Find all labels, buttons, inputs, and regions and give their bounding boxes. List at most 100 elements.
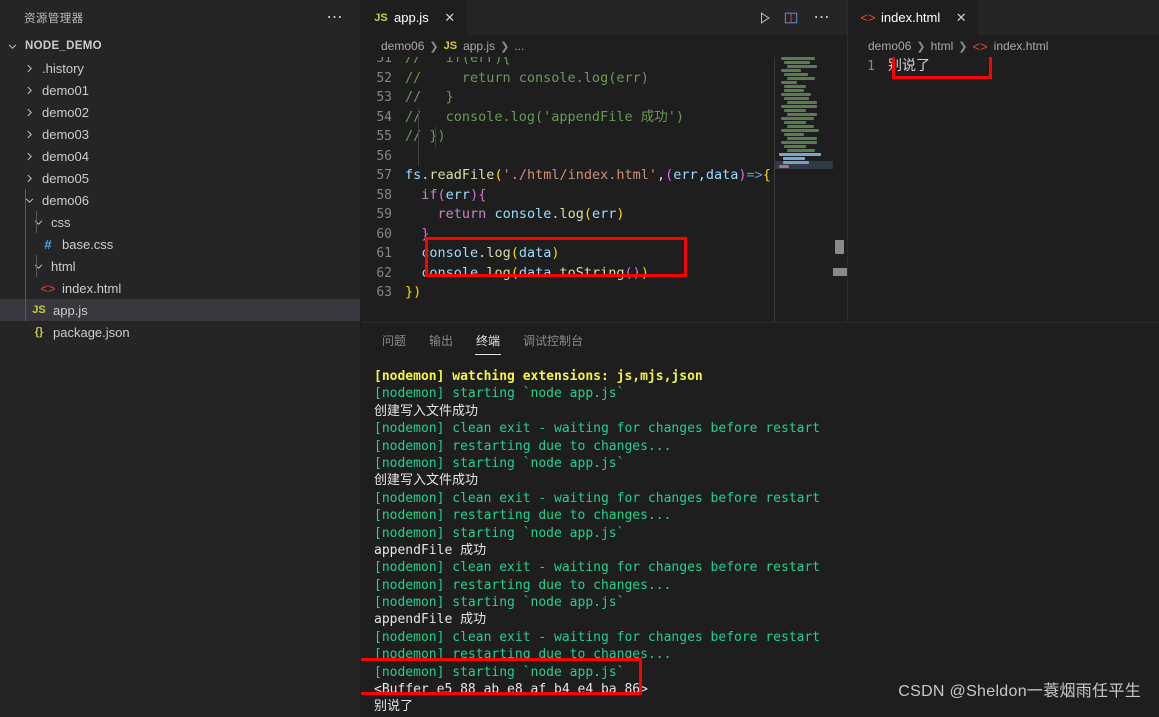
- tree-root-label: NODE_DEMO: [25, 40, 102, 52]
- tree-item-label: index.html: [62, 280, 122, 296]
- minimap-line: [781, 57, 815, 60]
- editor-scrollbar[interactable]: [833, 57, 847, 322]
- code-editor-app-js[interactable]: 51 // if(err){52 // return console.log(err…: [361, 57, 847, 322]
- chevron-right-icon[interactable]: [21, 148, 37, 164]
- line-content: console.log(data): [421, 245, 560, 261]
- tabbar-filler: [979, 0, 1159, 35]
- tree-item-label: demo02: [42, 104, 89, 120]
- line-content: // return console.log(err): [405, 69, 649, 86]
- terminal-output[interactable]: [nodemon] watching extensions: js,mjs,js…: [361, 358, 1159, 717]
- tabbar-filler: [467, 0, 752, 35]
- explorer-header: 资源管理器 ⋯: [0, 0, 360, 35]
- panel-tab-3[interactable]: 调试控制台: [522, 323, 584, 358]
- tree-item-demo05[interactable]: demo05: [0, 167, 360, 189]
- breadcrumb-app-js[interactable]: app.js: [463, 39, 495, 53]
- html-file-icon: <>: [40, 280, 56, 296]
- ellipsis-icon[interactable]: ⋯: [810, 9, 836, 25]
- tree-item-demo02[interactable]: demo02: [0, 101, 360, 123]
- breadcrumb-demo06[interactable]: demo06: [868, 39, 911, 53]
- breadcrumb-html[interactable]: html: [931, 39, 954, 53]
- tree-item-app-js[interactable]: JS app.js: [0, 299, 360, 321]
- terminal-line: [nodemon] starting `node app.js`: [374, 386, 625, 402]
- tree-item-html[interactable]: html: [0, 255, 360, 277]
- tree-indent-guide: [25, 189, 26, 321]
- line-content: // console.log('appendFile 成功'): [405, 108, 684, 125]
- split-editor-icon[interactable]: [784, 11, 798, 25]
- main-area: JS app.js ✕ ⋯ demo06 ❯ JS app.js ❯ ... 5…: [361, 0, 1159, 717]
- chevron-down-icon[interactable]: [4, 38, 20, 54]
- terminal-line: appendFile 成功: [374, 542, 487, 558]
- line-content: }): [405, 284, 422, 300]
- minimap-line: [781, 117, 814, 120]
- panel-tabs[interactable]: 问题 输出 终端 调试控制台: [361, 323, 1159, 358]
- chevron-right-icon[interactable]: [21, 170, 37, 186]
- minimap-line: [784, 97, 809, 100]
- line-number: 63: [376, 285, 392, 300]
- panel-tab-1[interactable]: 输出: [428, 323, 454, 358]
- chevron-right-icon[interactable]: [21, 126, 37, 142]
- tree-item-demo06[interactable]: demo06: [0, 189, 360, 211]
- line-number: 54: [376, 109, 392, 125]
- ellipsis-icon[interactable]: ⋯: [323, 9, 349, 25]
- terminal-line: [nodemon] watching extensions: js,mjs,js…: [374, 369, 703, 384]
- terminal-line: [nodemon] restarting due to changes...: [374, 438, 672, 454]
- line-number: 53: [376, 90, 392, 105]
- play-icon[interactable]: [758, 11, 772, 25]
- file-tree[interactable]: NODE_DEMO .history demo01 demo02 demo03 demo0…: [0, 35, 360, 343]
- chevron-right-icon[interactable]: [21, 104, 37, 120]
- vscode-window: 资源管理器 ⋯ NODE_DEMO .history demo01 demo02 dem…: [0, 0, 1159, 717]
- close-icon[interactable]: ✕: [954, 11, 968, 24]
- tree-item-demo04[interactable]: demo04: [0, 145, 360, 167]
- line-number: 58: [376, 187, 392, 203]
- breadcrumb-demo06[interactable]: demo06: [381, 39, 424, 53]
- line-number: 57: [376, 168, 392, 183]
- line-number: 61: [376, 246, 392, 261]
- code-editor-index-html[interactable]: 1 别说了: [848, 57, 1159, 322]
- explorer-sidebar: 资源管理器 ⋯ NODE_DEMO .history demo01 demo02 dem…: [0, 0, 361, 717]
- tree-root-node-demo[interactable]: NODE_DEMO: [0, 35, 360, 57]
- close-icon[interactable]: ✕: [443, 11, 457, 24]
- tab-label: app.js: [394, 10, 429, 25]
- minimap-line: [784, 73, 808, 76]
- tree-item-css[interactable]: css: [0, 211, 360, 233]
- tree-item-demo03[interactable]: demo03: [0, 123, 360, 145]
- minimap-line: [787, 137, 817, 140]
- tab-index-html[interactable]: <> index.html ✕: [848, 0, 980, 35]
- chevron-down-icon[interactable]: [30, 258, 46, 274]
- tabbar-right: <> index.html ✕: [848, 0, 1159, 35]
- minimap[interactable]: [775, 57, 833, 322]
- minimap-line: [784, 61, 810, 64]
- minimap-line: [784, 121, 806, 124]
- panel-tab-0[interactable]: 问题: [381, 323, 407, 358]
- breadcrumb-index-html[interactable]: index.html: [994, 39, 1049, 53]
- panel-tab-2[interactable]: 终端: [475, 323, 502, 358]
- js-file-icon: JS: [443, 40, 458, 52]
- breadcrumb-symbol[interactable]: ...: [514, 39, 524, 53]
- tab-app-js[interactable]: JS app.js ✕: [361, 0, 468, 35]
- line-number: 62: [376, 265, 392, 281]
- tree-item-index-html[interactable]: <> index.html: [0, 277, 360, 299]
- chevron-right-icon[interactable]: [21, 82, 37, 98]
- minimap-slider[interactable]: [775, 161, 833, 169]
- scrollbar-thumb-secondary[interactable]: [833, 268, 847, 276]
- tree-item-label: html: [51, 258, 76, 274]
- chevron-down-icon[interactable]: [21, 192, 37, 208]
- line-content: console.log(data.toString()): [421, 264, 649, 281]
- tree-item-label: app.js: [53, 302, 88, 318]
- minimap-line: [781, 93, 811, 96]
- tree-item-demo01[interactable]: demo01: [0, 79, 360, 101]
- chevron-right-icon: ❯: [500, 40, 510, 53]
- tree-item-package-json[interactable]: {} package.json: [0, 321, 360, 343]
- indent-guide: [418, 108, 419, 166]
- scrollbar-thumb[interactable]: [835, 240, 844, 254]
- tree-item-base-css[interactable]: # base.css: [0, 233, 360, 255]
- terminal-line: [nodemon] restarting due to changes...: [374, 577, 672, 593]
- tree-item--history[interactable]: .history: [0, 57, 360, 79]
- minimap-line: [779, 153, 821, 156]
- terminal-line: [nodemon] clean exit - waiting for chang…: [374, 629, 821, 645]
- tabbar-left: JS app.js ✕ ⋯: [361, 0, 847, 35]
- chevron-down-icon[interactable]: [30, 214, 46, 230]
- chevron-right-icon[interactable]: [21, 60, 37, 76]
- minimap-line: [781, 141, 817, 144]
- line-number: 55: [376, 129, 392, 144]
